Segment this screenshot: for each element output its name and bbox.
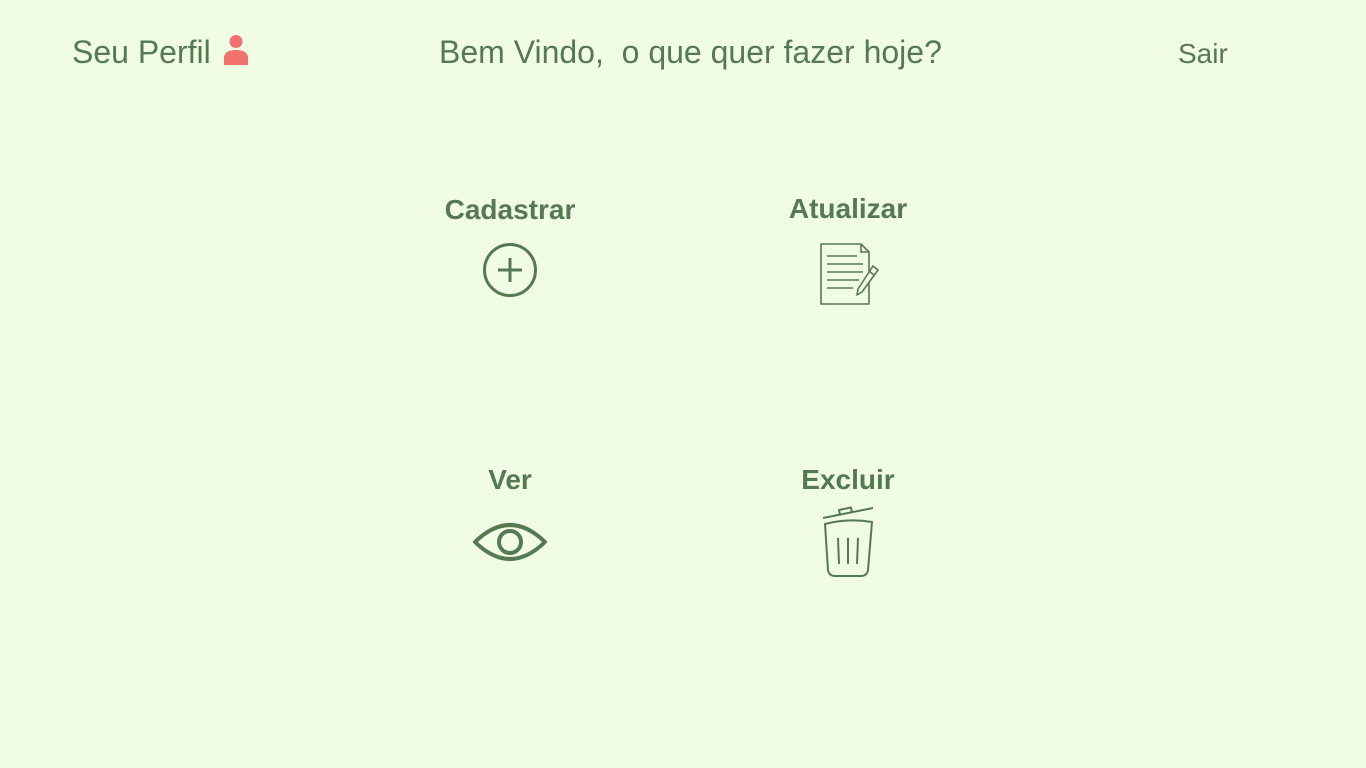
welcome-message: Bem Vindo, o que quer fazer hoje? (439, 34, 942, 70)
cadastrar-label: Cadastrar (444, 194, 576, 225)
document-edit-icon (820, 243, 879, 305)
profile-label: Seu Perfil (72, 34, 211, 70)
trash-icon (822, 506, 874, 577)
cadastrar-button[interactable]: Cadastrar (430, 196, 590, 298)
excluir-button[interactable]: Excluir (778, 466, 918, 578)
logout-link[interactable]: Sair (1178, 40, 1228, 68)
atualizar-label: Atualizar (788, 193, 908, 224)
atualizar-button[interactable]: Atualizar (770, 195, 926, 306)
user-icon (223, 34, 249, 66)
profile-link[interactable]: Seu Perfil (72, 34, 249, 70)
excluir-label: Excluir (801, 464, 895, 495)
eye-icon (473, 523, 547, 561)
ver-button[interactable]: Ver (440, 466, 580, 564)
plus-circle-icon (483, 243, 537, 297)
ver-label: Ver (488, 464, 532, 495)
